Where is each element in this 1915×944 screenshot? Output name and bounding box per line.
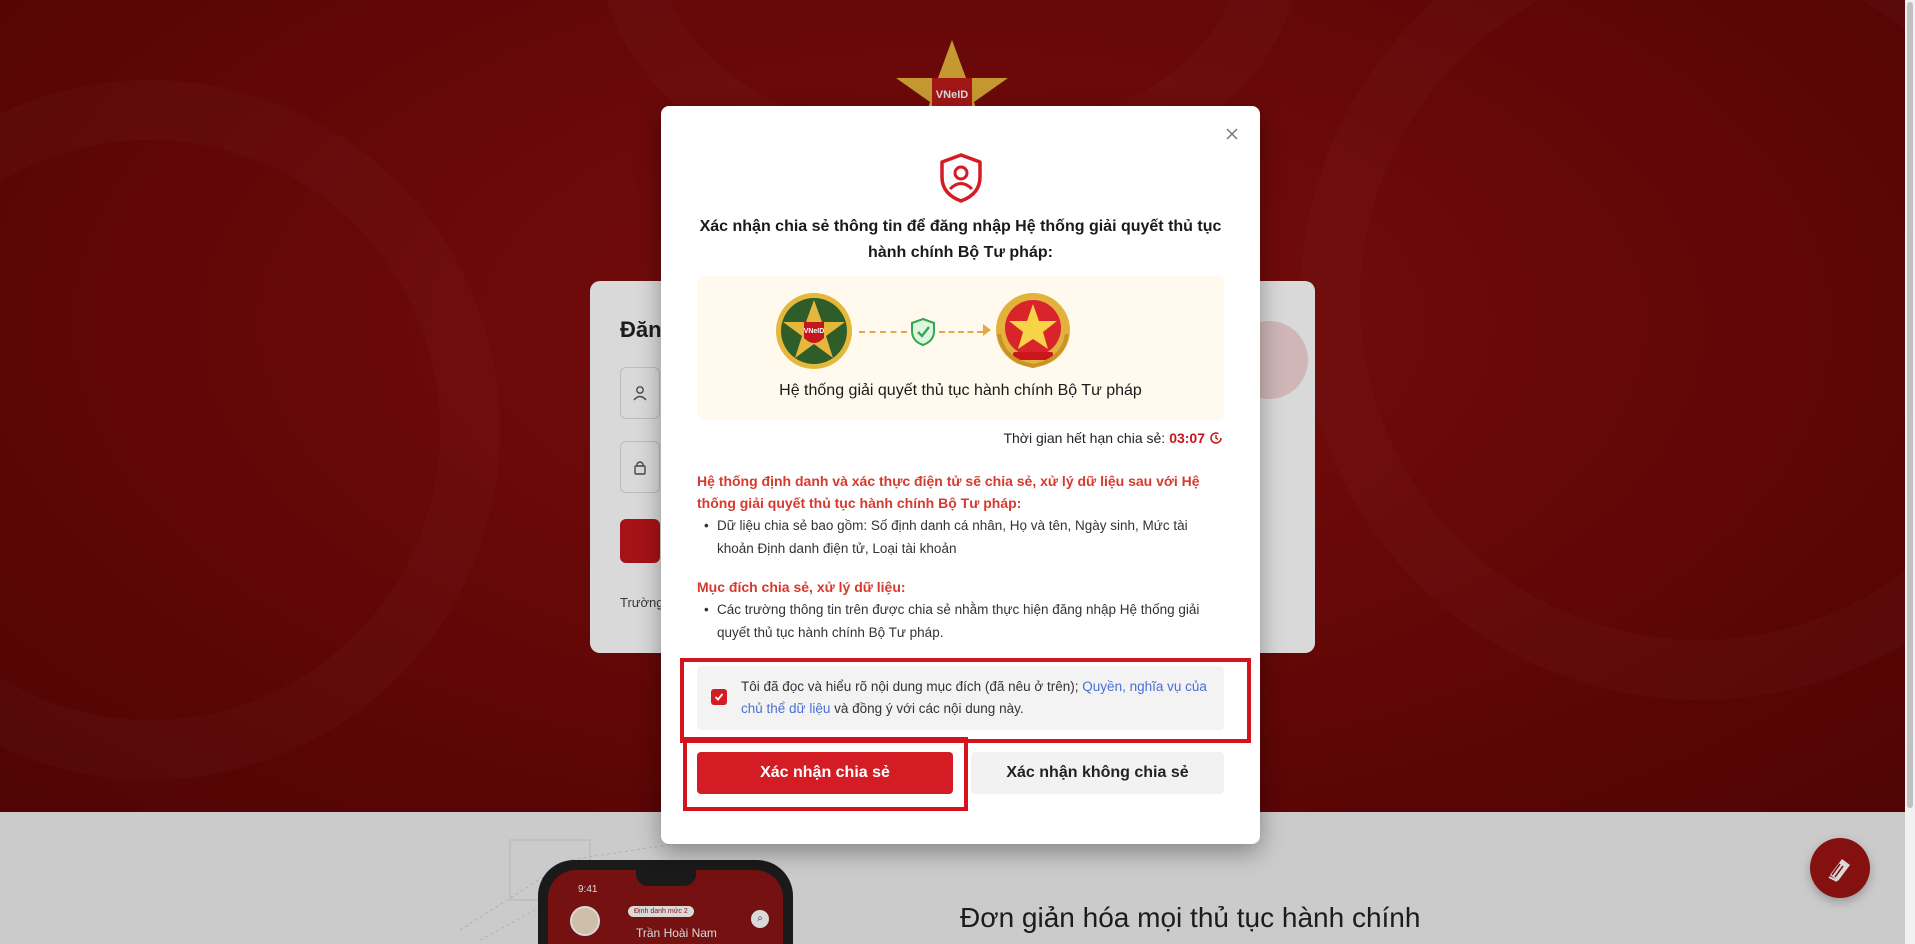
national-emblem-logo <box>996 293 1070 369</box>
decline-share-button[interactable]: Xác nhận không chia sẻ <box>971 752 1224 794</box>
confirm-share-button[interactable]: Xác nhận chia sẻ <box>697 752 953 794</box>
system-name: Hệ thống giải quyết thủ tục hành chính B… <box>779 382 1142 399</box>
svg-text:VNeID: VNeID <box>804 328 825 335</box>
clock-icon <box>1210 432 1222 444</box>
verified-shield-icon <box>911 318 935 346</box>
consent-text: Tôi đã đọc và hiểu rõ nội dung mục đích … <box>741 676 1211 720</box>
section-data-bullet: Dữ liệu chia sẻ bao gồm: Số định danh cá… <box>704 514 1224 560</box>
page-scrollbar[interactable] <box>1905 0 1915 944</box>
flow-dash-left <box>859 331 907 333</box>
section-purpose-title: Mục đích chia sẻ, xử lý dữ liệu: <box>697 579 906 595</box>
expiry-timer: Thời gian hết hạn chia sẻ: 03:07 <box>1003 430 1223 446</box>
modal-heading: Xác nhận chia sẻ thông tin để đăng nhập … <box>699 218 1222 261</box>
vneid-logo: VNeID <box>776 293 852 369</box>
checkmark-icon <box>714 693 724 701</box>
section-data-title: Hệ thống định danh và xác thực điện tử s… <box>697 473 1200 511</box>
flow-dash-right <box>939 331 983 333</box>
consent-checkbox[interactable] <box>711 689 727 705</box>
section-purpose-bullet: Các trường thông tin trên được chia sẻ n… <box>704 598 1224 644</box>
close-icon <box>1226 128 1238 140</box>
expiry-label: Thời gian hết hạn chia sẻ: <box>1003 430 1166 446</box>
close-button[interactable] <box>1222 124 1242 144</box>
consent-box: Tôi đã đọc và hiểu rõ nội dung mục đích … <box>697 666 1224 730</box>
consent-text-before: Tôi đã đọc và hiểu rõ nội dung mục đích … <box>741 679 1083 694</box>
consent-text-after: và đồng ý với các nội dung này. <box>830 701 1024 716</box>
shield-user-icon <box>940 153 982 203</box>
expiry-countdown: 03:07 <box>1169 430 1205 446</box>
share-flow-box: VNeID Hệ thống giải quyết thủ tục hành c… <box>697 276 1224 420</box>
flow-arrow <box>983 324 991 336</box>
share-consent-modal: Xác nhận chia sẻ thông tin để đăng nhập … <box>661 106 1260 844</box>
